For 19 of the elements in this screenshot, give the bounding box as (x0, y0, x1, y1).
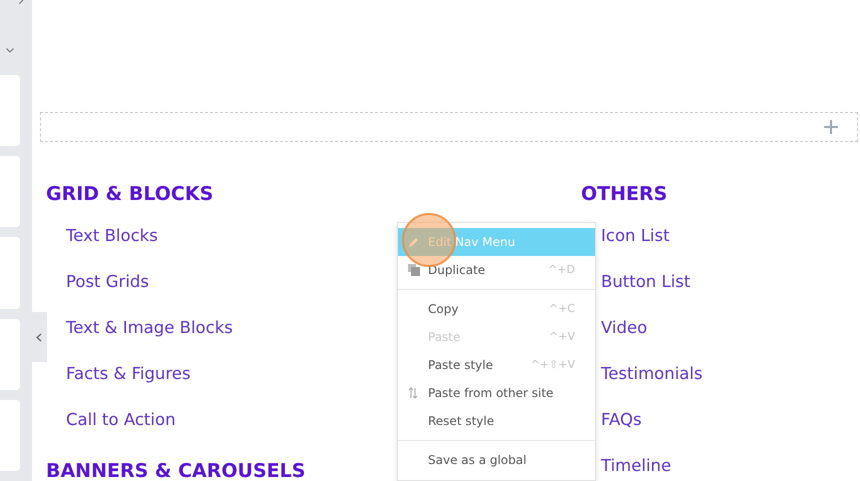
section-heading: GRID & BLOCKS (46, 182, 214, 207)
shortcut-text: ^+⇧+V (530, 356, 575, 373)
menu-item[interactable]: Copy ^+C (398, 295, 595, 323)
menu-item[interactable]: Paste from other site (398, 379, 595, 407)
shortcut-text: ^+C (548, 300, 575, 317)
nav-link[interactable]: Button List (601, 271, 858, 293)
nav-link[interactable]: Testimonials (601, 363, 858, 385)
shortcut-text: ^+V (549, 328, 575, 345)
nav-link[interactable]: Icon List (601, 225, 858, 247)
menu-item[interactable]: Save as a global (398, 446, 595, 474)
section-heading: OTHERS (581, 182, 668, 207)
nav-link[interactable]: Timeline (601, 455, 858, 477)
nav-link[interactable]: FAQs (601, 409, 858, 431)
menu-item[interactable]: Duplicate ^+D (398, 256, 595, 284)
nav-link[interactable]: Video (601, 317, 858, 339)
section-heading: BANNERS & CAROUSELS (46, 460, 306, 481)
menu-item[interactable]: Paste style ^+⇧+V (398, 351, 595, 379)
menu-item[interactable]: Reset style (398, 407, 595, 435)
shortcut-text: ^+D (548, 262, 575, 278)
